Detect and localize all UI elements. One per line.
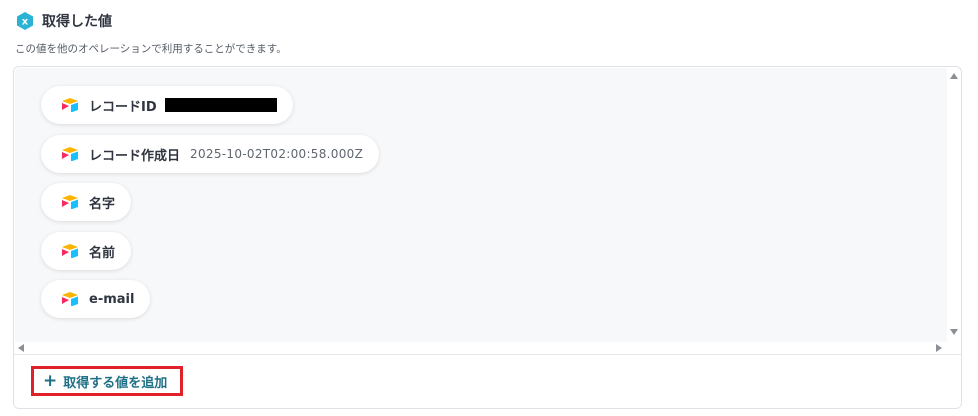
add-value-button[interactable]: + 取得する値を追加 bbox=[31, 366, 183, 396]
value-text: 2025-10-02T02:00:58.000Z bbox=[190, 147, 364, 161]
value-pill-first-name[interactable]: 名前 bbox=[41, 232, 132, 270]
value-pill-email[interactable]: e-mail bbox=[41, 280, 151, 318]
svg-text:x: x bbox=[22, 17, 29, 28]
value-label: 名前 bbox=[89, 245, 116, 261]
value-pill-record-created[interactable]: レコード作成日 2025-10-02T02:00:58.000Z bbox=[41, 135, 380, 173]
airtable-icon bbox=[62, 195, 78, 209]
airtable-icon bbox=[62, 147, 78, 161]
divider bbox=[14, 354, 961, 355]
value-pill-record-id[interactable]: レコードID bbox=[41, 86, 293, 124]
value-label: e-mail bbox=[89, 291, 135, 307]
section-title: 取得した値 bbox=[42, 14, 112, 30]
redacted-value bbox=[164, 98, 277, 112]
horizontal-scrollbar[interactable] bbox=[15, 342, 961, 354]
plus-icon: + bbox=[43, 370, 58, 391]
scroll-left-icon[interactable] bbox=[18, 344, 24, 352]
section-header: x 取得した値 bbox=[15, 11, 112, 31]
values-list[interactable]: レコードID レコード作成日 2025-10-02T02:00:58.000Z … bbox=[15, 68, 947, 342]
vertical-scrollbar[interactable] bbox=[947, 67, 961, 341]
scroll-right-icon[interactable] bbox=[936, 344, 942, 352]
airtable-icon bbox=[62, 292, 78, 306]
airtable-icon bbox=[62, 98, 78, 112]
airtable-icon bbox=[62, 244, 78, 258]
values-panel: レコードID レコード作成日 2025-10-02T02:00:58.000Z … bbox=[13, 66, 962, 409]
section-subtitle: この値を他のオペレーションで利用することができます。 bbox=[15, 43, 287, 55]
value-label: レコード作成日 bbox=[89, 148, 181, 164]
value-pill-last-name[interactable]: 名字 bbox=[41, 183, 132, 221]
add-value-label: 取得する値を追加 bbox=[63, 375, 168, 391]
variable-hex-icon: x bbox=[17, 12, 33, 30]
scroll-up-icon[interactable] bbox=[950, 73, 958, 79]
scroll-down-icon[interactable] bbox=[950, 329, 958, 335]
value-label: レコードID bbox=[89, 99, 157, 115]
value-label: 名字 bbox=[89, 196, 116, 212]
